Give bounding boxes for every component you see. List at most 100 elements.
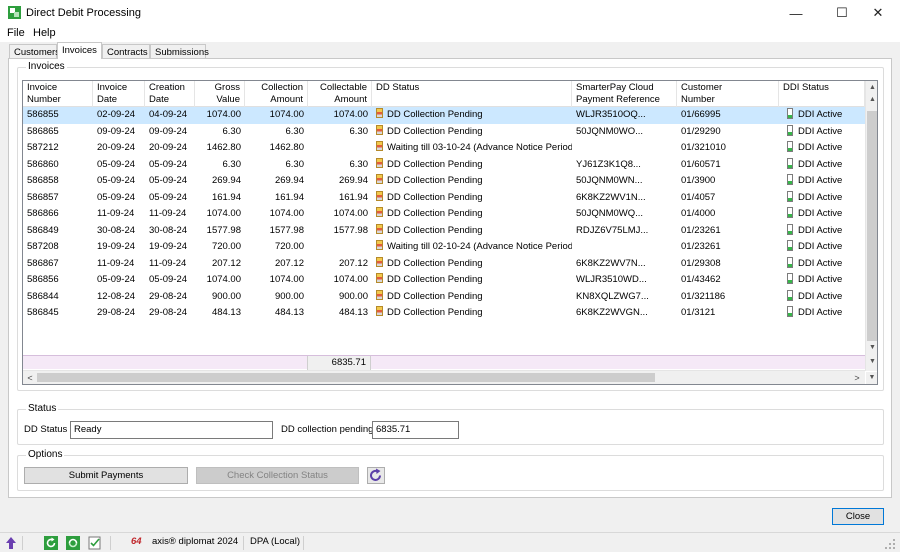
refresh-green-icon[interactable] xyxy=(44,536,58,550)
resize-grip-icon[interactable] xyxy=(884,538,896,550)
upload-arrow-icon[interactable] xyxy=(4,536,18,550)
column-header-ref[interactable]: SmarterPay Cloud Payment Reference xyxy=(572,81,677,107)
ddi-status-icon xyxy=(787,108,793,119)
close-button[interactable]: Close xyxy=(832,508,884,525)
submit-payments-button[interactable]: Submit Payments xyxy=(24,467,188,484)
table-row[interactable]: 587208 19-09-24 19-09-24 720.00 720.00 Waitin… xyxy=(23,239,865,256)
cell-invoice-date: 02-09-24 xyxy=(97,109,136,120)
dd-pending-field[interactable]: 6835.71 xyxy=(372,421,459,439)
dd-status-field[interactable]: Ready xyxy=(70,421,273,439)
sync-green-icon[interactable] xyxy=(66,536,80,550)
table-row[interactable]: 586858 05-09-24 05-09-24 269.94 269.94 269.94… xyxy=(23,173,865,190)
cell-invoice-date: 12-08-24 xyxy=(97,290,136,302)
table-row[interactable]: 586856 05-09-24 05-09-24 1074.00 1074.00 1074… xyxy=(23,272,865,289)
table-row[interactable]: 586855 02-09-24 04-09-24 1074.00 1074.00 1074… xyxy=(23,107,865,124)
scroll-down-icon[interactable]: ▼ xyxy=(867,343,877,353)
cell-ddi-status: DDI Active xyxy=(779,173,865,190)
grid-header: Invoice Number Invoice Date Creation Date G… xyxy=(23,81,865,107)
cell-creation-date: 04-09-24 xyxy=(149,109,188,120)
column-header-invoice-number[interactable]: Invoice Number xyxy=(23,81,93,107)
cell-creation-date: 29-08-24 xyxy=(149,307,188,318)
cell-dd-status: Waiting till 02-10-24 (Advance Notice Pe… xyxy=(372,239,572,256)
tab-invoices[interactable]: Invoices xyxy=(57,42,102,59)
column-header-collectable[interactable]: Collectable Amount xyxy=(308,81,372,107)
column-header-invoice-date[interactable]: Invoice Date xyxy=(93,81,145,107)
dd-status-text: DD Collection Pending xyxy=(387,175,483,186)
cell-creation-date: 05-09-24 xyxy=(149,158,188,170)
vertical-scrollbar[interactable]: ▲ ▲ ▼ ▼ xyxy=(865,81,877,371)
cell-gross: 6.30 xyxy=(222,125,242,137)
cell-ddi-status: DDI Active xyxy=(779,256,865,273)
dd-status-icon xyxy=(376,207,383,217)
table-row[interactable]: 586845 29-08-24 29-08-24 484.13 484.13 484.13… xyxy=(23,305,865,322)
column-header-dd-status[interactable]: DD Status xyxy=(372,81,572,107)
column-header-ddi-status[interactable]: DDI Status xyxy=(779,81,865,107)
dd-status-text: Waiting till 03-10-24 (Advance Notice Pe… xyxy=(387,142,572,153)
cell-invoice-date: 05-09-24 xyxy=(97,191,136,203)
check-collection-status-button[interactable]: Check Collection Status xyxy=(196,467,359,484)
scroll-end-icon[interactable]: ▼ xyxy=(866,372,877,384)
vertical-scroll-thumb[interactable] xyxy=(867,111,877,341)
scroll-left-icon[interactable]: < xyxy=(24,372,36,384)
table-row[interactable]: 586849 30-08-24 30-08-24 1577.98 1577.98 1577… xyxy=(23,223,865,240)
column-header-gross[interactable]: Gross Value xyxy=(195,81,245,107)
checklist-icon[interactable] xyxy=(88,536,102,550)
cell-collectable: 1074.00 xyxy=(333,274,368,285)
cell-collection: 1074.00 xyxy=(269,208,304,219)
dd-status-icon xyxy=(376,157,383,168)
table-row[interactable]: 587212 20-09-24 20-09-24 1462.80 1462.80 Wait… xyxy=(23,140,865,157)
invoices-grid[interactable]: Invoice Number Invoice Date Creation Date G… xyxy=(22,80,878,385)
cell-ref: 50JQNM0WQ... xyxy=(576,208,644,219)
table-row[interactable]: 586865 09-09-24 09-09-24 6.30 6.30 6.30 DD Col… xyxy=(23,124,865,141)
scroll-bottom-icon[interactable]: ▼ xyxy=(867,357,877,367)
cell-gross: 1462.80 xyxy=(206,142,241,153)
cell-gross: 900.00 xyxy=(211,290,241,302)
app-icon xyxy=(8,6,21,19)
table-row[interactable]: 586860 05-09-24 05-09-24 6.30 6.30 6.30 DD Col… xyxy=(23,157,865,174)
cell-customer: 01/3121 xyxy=(681,307,716,318)
table-row[interactable]: 586867 11-09-24 11-09-24 207.12 207.12 207.12… xyxy=(23,256,865,273)
cell-collectable: 6.30 xyxy=(349,158,369,170)
cell-invoice-number: 586860 xyxy=(27,158,59,170)
cell-ref: WLJR3510OQ... xyxy=(576,109,646,120)
column-header-creation-date[interactable]: Creation Date xyxy=(145,81,195,107)
status-bar: 64 axis® diplomat 2024 DPA (Local) xyxy=(0,532,900,552)
ddi-status-text: DDI Active xyxy=(798,290,843,302)
menu-file[interactable]: File xyxy=(7,27,25,39)
cell-invoice-number: 587208 xyxy=(27,241,59,252)
horizontal-scroll-thumb[interactable] xyxy=(37,373,655,382)
cell-invoice-number: 586866 xyxy=(27,208,59,219)
table-row[interactable]: 586844 12-08-24 29-08-24 900.00 900.00 900.00… xyxy=(23,289,865,306)
cell-customer: 01/23261 xyxy=(681,224,721,236)
scroll-up-icon[interactable]: ▲ xyxy=(867,95,877,105)
ddi-status-text: DDI Active xyxy=(798,125,843,137)
tab-contracts[interactable]: Contracts xyxy=(102,44,150,59)
dd-status-text: DD Collection Pending xyxy=(387,109,483,120)
cell-ddi-status: DDI Active xyxy=(779,107,865,124)
cell-ddi-status: DDI Active xyxy=(779,140,865,157)
menu-help[interactable]: Help xyxy=(33,27,56,39)
tab-customers[interactable]: Customers xyxy=(9,44,60,59)
scroll-right-icon[interactable]: > xyxy=(851,372,863,384)
cell-collection: 6.30 xyxy=(285,125,305,137)
minimize-button[interactable]: — xyxy=(774,0,818,26)
scroll-top-icon[interactable]: ▲ xyxy=(867,83,877,93)
cell-collectable: 161.94 xyxy=(338,191,368,203)
ddi-status-text: DDI Active xyxy=(798,191,843,203)
column-header-collection[interactable]: Collection Amount xyxy=(245,81,308,107)
ddi-status-text: DDI Active xyxy=(798,208,843,219)
dd-status-text: DD Collection Pending xyxy=(387,257,483,269)
tab-submissions[interactable]: Submissions xyxy=(150,44,209,59)
app-number-badge: 64 xyxy=(131,536,142,547)
dd-status-text: DD Collection Pending xyxy=(387,191,483,203)
refresh-button[interactable] xyxy=(367,467,385,484)
table-row[interactable]: 586857 05-09-24 05-09-24 161.94 161.94 161.94… xyxy=(23,190,865,207)
dd-status-text: DD Collection Pending xyxy=(387,290,483,302)
close-window-button[interactable]: ✕ xyxy=(856,0,900,26)
horizontal-scrollbar[interactable]: < > xyxy=(23,370,865,384)
column-header-customer[interactable]: Customer Number xyxy=(677,81,779,107)
cell-invoice-date: 11-09-24 xyxy=(97,208,135,219)
status-group-label: Status xyxy=(26,403,59,414)
table-row[interactable]: 586866 11-09-24 11-09-24 1074.00 1074.00 1074… xyxy=(23,206,865,223)
cell-invoice-number: 586865 xyxy=(27,125,59,137)
